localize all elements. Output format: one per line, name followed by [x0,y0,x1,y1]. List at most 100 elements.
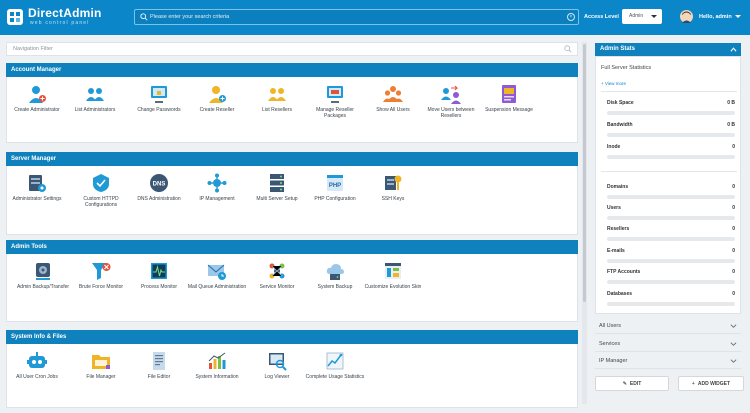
section-title[interactable]: Server Manager [6,152,578,166]
stat-value: 0 [732,205,735,211]
all-user-cron-jobs-item[interactable]: All User Cron Jobs [7,351,67,380]
dns-administration-item[interactable]: DNS DNS Administration [129,173,189,202]
item-label: DNS Administration [137,196,181,202]
section-title[interactable]: Admin Tools [6,240,578,254]
svg-text:DNS: DNS [153,182,166,188]
custom-httpd-item[interactable]: Custom HTTPD Configurations [71,173,131,208]
suspension-message-item[interactable]: Suspension Message [479,84,539,113]
system-info-icon [208,352,226,369]
customize-skin-icon [385,263,401,279]
brute-force-icon [92,263,111,280]
administrator-settings-item[interactable]: Administrator Settings [7,173,67,202]
stat-name: Bandwidth [607,122,633,128]
item-label: Administrator Settings [12,196,62,202]
chevron-up-icon[interactable] [730,46,737,53]
ip-management-item[interactable]: IP Management [187,173,247,202]
stat-progress-bar [607,111,735,115]
create-administrator-item[interactable]: Create Administrator [7,84,67,113]
clear-search-icon[interactable]: × [567,13,575,21]
search-icon [140,13,148,21]
admin-stats-header[interactable]: Admin Stats [595,43,741,56]
item-label: Create Administrator [14,107,60,113]
admin-backup-transfer-item[interactable]: Admin Backup/Transfer [13,261,73,290]
user-greeting[interactable]: Hello, admin [699,14,732,20]
widget-title: Services [599,341,621,347]
user-menu-chevron-icon[interactable] [735,15,741,18]
main-scrollbar-thumb[interactable] [583,44,586,302]
chevron-down-icon[interactable] [730,341,737,347]
chevron-down-icon[interactable] [730,323,737,329]
item-label: Admin Backup/Transfer [16,284,70,290]
stat-value: 0 [732,269,735,275]
file-editor-item[interactable]: File Editor [129,351,189,380]
stat-progress-bar [607,280,735,284]
stat-progress-bar [607,216,735,220]
multi-server-icon [270,174,284,192]
logo-subtitle: web control panel [30,20,90,26]
divider [601,91,737,92]
item-label: Change Passwords [137,107,181,113]
admin-stats-panel: Full Server Statistics + View more Disk … [595,56,741,314]
stat-name: Users [607,205,621,211]
complete-usage-statistics-item[interactable]: Complete Usage Statistics [305,351,365,380]
navigation-filter-input[interactable]: Navigation Filter [6,42,578,56]
add-widget-button[interactable]: + ADD WIDGET [678,376,744,391]
usage-stats-icon [326,352,344,370]
file-manager-item[interactable]: File Manager [71,351,131,380]
stat-value: 0 [732,248,735,254]
section-body: All User Cron Jobs File Manager File Edi… [6,344,578,408]
view-more-link[interactable]: + View more [601,81,626,86]
create-reseller-icon [209,86,226,103]
change-passwords-item[interactable]: Change Passwords [129,84,189,113]
item-label: Brute Force Monitor [78,284,124,290]
create-reseller-item[interactable]: Create Reseller [187,84,247,113]
move-users-item[interactable]: Move Users between Resellers [421,84,481,119]
edit-button[interactable]: ✎ EDIT [595,376,669,391]
section-title[interactable]: Account Manager [6,63,578,77]
directadmin-logo[interactable]: DirectAdmin web control panel [6,6,126,30]
item-label: System Information [195,374,239,380]
widget-services[interactable]: Services [595,336,741,352]
item-label: Multi Server Setup [256,196,298,202]
php-configuration-item[interactable]: PHP PHP Configuration [305,173,365,202]
top-navigation-bar: DirectAdmin web control panel Please ent… [0,0,750,35]
create-admin-icon [29,86,46,103]
widget-title: All Users [599,323,622,329]
customize-evolution-skin-item[interactable]: Customize Evolution Skin [363,261,423,290]
list-resellers-item[interactable]: List Resellers [247,84,307,113]
section-account-manager: Account Manager Create Administrator Lis… [6,63,578,143]
stat-progress-bar [607,302,735,306]
brute-force-monitor-item[interactable]: Brute Force Monitor [71,261,131,290]
system-information-item[interactable]: System Information [187,351,247,380]
list-administrators-item[interactable]: List Administrators [65,84,125,113]
section-admin-tools: Admin Tools Admin Backup/Transfer Brute … [6,240,578,322]
section-body: Administrator Settings Custom HTTPD Conf… [6,166,578,235]
multi-server-setup-item[interactable]: Multi Server Setup [247,173,307,202]
global-search-input[interactable]: Please enter your search criteria × [134,9,579,25]
section-title[interactable]: System Info & Files [6,330,578,344]
stat-name: Domains [607,184,629,190]
stat-name: Inode [607,144,621,150]
ssh-keys-item[interactable]: SSH Keys [363,173,423,202]
system-backup-item[interactable]: System Backup [305,261,365,290]
section-server-manager: Server Manager Administrator Settings Cu… [6,152,578,235]
process-monitor-item[interactable]: Process Monitor [129,261,189,290]
log-viewer-icon [269,353,287,371]
access-level-select[interactable]: Admin [622,9,662,24]
manage-reseller-packages-item[interactable]: Manage Reseller Packages [305,84,365,119]
widget-ip-manager[interactable]: IP Manager [595,353,741,369]
item-label: All User Cron Jobs [16,374,58,380]
file-manager-icon [92,355,110,369]
chevron-down-icon[interactable] [730,358,737,364]
mail-queue-administration-item[interactable]: Mail Queue Administration [187,261,247,290]
stat-name: Disk Space [607,100,634,106]
ssh-keys-icon [385,175,402,190]
widget-all-users[interactable]: All Users [595,318,741,334]
show-all-users-item[interactable]: Show All Users [363,84,423,113]
stat-value: 0 B [727,100,735,106]
service-monitor-item[interactable]: Service Monitor [247,261,307,290]
user-avatar-icon[interactable] [680,10,693,23]
item-label: Show All Users [376,107,410,113]
log-viewer-item[interactable]: Log Viewer [247,351,307,380]
item-label: Customize Evolution Skin [364,284,422,290]
